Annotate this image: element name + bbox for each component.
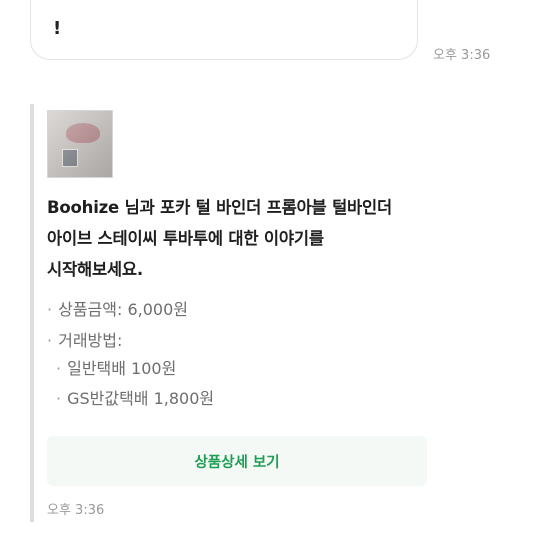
- trade-method-text: GS반값택배 1,800원: [67, 389, 215, 408]
- price-label: 상품금액: 6,000원: [58, 300, 188, 319]
- system-message-bar: [30, 104, 34, 522]
- intro-line: 아이브 스테이씨 투바투에 대한 이야기를: [47, 229, 324, 248]
- product-thumbnail[interactable]: [47, 110, 113, 178]
- price-row: · 상품금액: 6,000원: [47, 300, 188, 319]
- trade-method-item: · 일반택배 100원: [56, 359, 177, 378]
- trade-method-item: · GS반값택배 1,800원: [56, 389, 215, 408]
- product-intro-text: Boohize 님과 포카 털 바인더 프롬아블 털바인더 아이브 스테이씨 투…: [47, 192, 447, 285]
- intro-line: 시작해보세요.: [47, 260, 143, 279]
- previous-message-text-end: !: [53, 18, 62, 39]
- previous-message-bubble: !: [30, 0, 418, 60]
- message-timestamp: 오후 3:36: [433, 48, 491, 63]
- trade-method-text: 일반택배 100원: [67, 359, 177, 378]
- intro-line: Boohize 님과 포카 털 바인더 프롬아블 털바인더: [47, 198, 392, 217]
- trade-method-label: 거래방법:: [58, 331, 123, 350]
- view-product-details-button[interactable]: 상품상세 보기: [47, 436, 427, 486]
- message-timestamp: 오후 3:36: [47, 503, 105, 518]
- trade-method-row: · 거래방법:: [47, 331, 123, 350]
